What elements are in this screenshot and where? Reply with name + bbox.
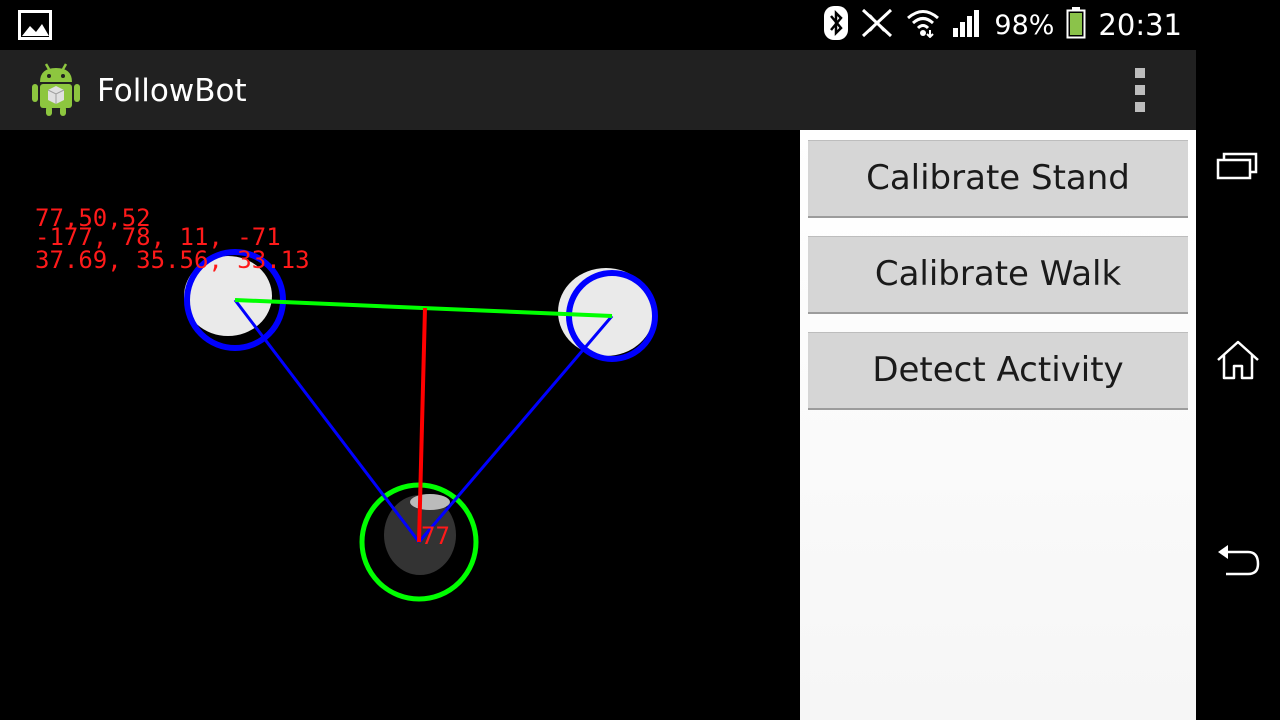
battery-icon: [1066, 7, 1086, 43]
android-app-icon[interactable]: [30, 60, 82, 122]
triangle-right-line: [417, 315, 614, 543]
recent-apps-icon[interactable]: [1214, 142, 1262, 190]
nfc-off-icon: [860, 7, 894, 43]
overlay-line-3: 37.69, 35.56, 33.13: [35, 246, 310, 274]
bluetooth-icon: [824, 6, 849, 44]
screen: 98% 20:31 FollowBot 77,50,52 -177, 78, 1…: [0, 0, 1280, 720]
battery-percent: 98%: [994, 9, 1055, 41]
signal-icon: [952, 8, 982, 42]
wifi-icon: [906, 8, 940, 42]
detect-activity-button[interactable]: Detect Activity: [808, 332, 1188, 410]
back-icon[interactable]: [1214, 536, 1262, 584]
picture-icon: [18, 10, 52, 44]
status-bar: 98% 20:31: [0, 0, 1196, 50]
home-icon[interactable]: [1214, 336, 1262, 384]
side-panel: Calibrate Stand Calibrate Walk Detect Ac…: [800, 130, 1196, 720]
nav-bar: [1196, 0, 1280, 720]
angle-label: 77: [421, 522, 450, 550]
app-title: FollowBot: [97, 73, 247, 109]
status-icons: 98% 20:31: [824, 0, 1182, 50]
calibrate-walk-button[interactable]: Calibrate Walk: [808, 236, 1188, 314]
calibrate-stand-button[interactable]: Calibrate Stand: [808, 140, 1188, 218]
clock: 20:31: [1098, 8, 1182, 42]
triangle-left-line: [233, 299, 421, 543]
camera-view[interactable]: 77,50,52 -177, 78, 11, -71 37.69, 35.56,…: [0, 130, 800, 720]
action-bar: FollowBot: [0, 50, 1196, 130]
overflow-menu-icon[interactable]: [1124, 68, 1156, 112]
